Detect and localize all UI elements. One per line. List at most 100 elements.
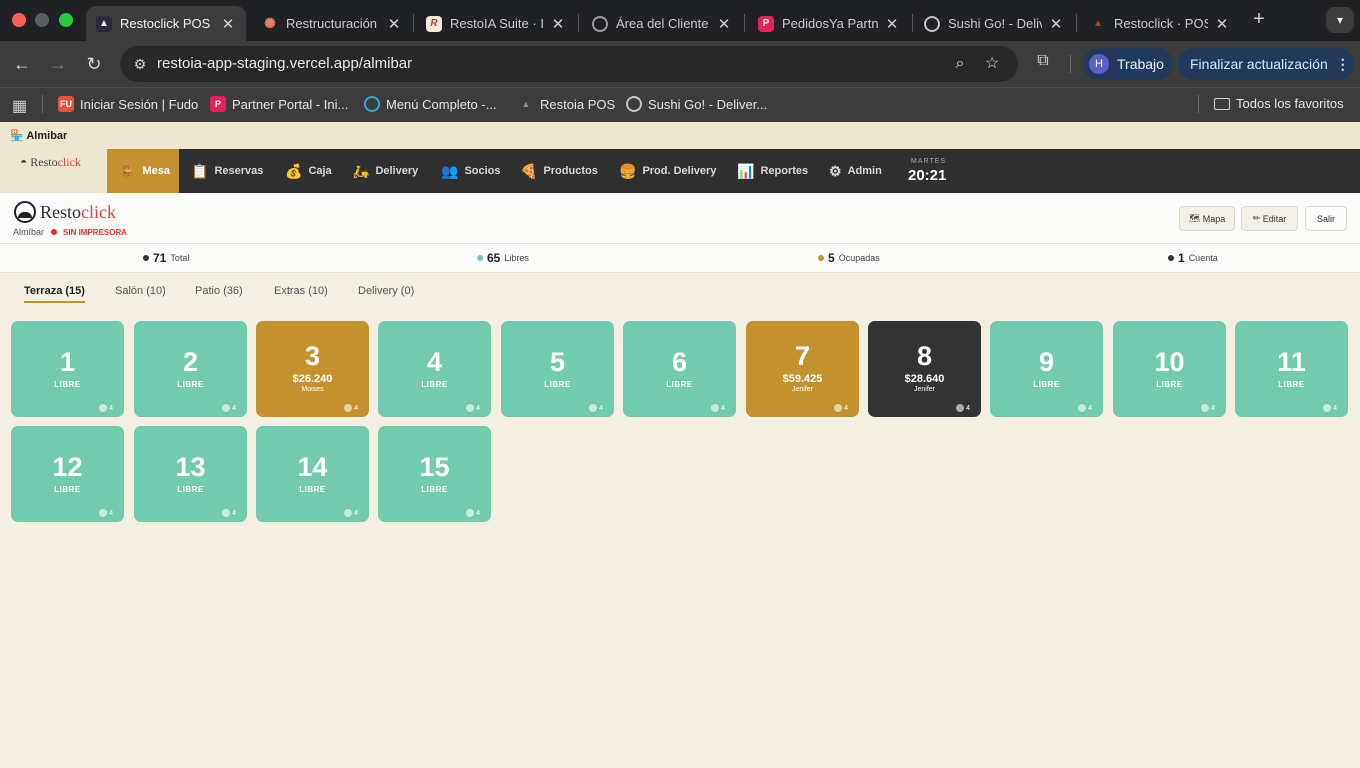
capacity-value: 4	[1088, 404, 1092, 412]
table-capacity: 4	[99, 404, 113, 412]
table-waiter: Jenifer	[913, 386, 935, 393]
table-capacity: 4	[222, 404, 236, 412]
money-bag-icon: 💰	[285, 162, 303, 179]
table-card-3[interactable]: 3 $26.240 Moises 4	[256, 321, 369, 417]
bookmark-restoia-pos[interactable]: ▲ Restoia POS	[518, 96, 616, 112]
all-bookmarks-folder[interactable]: Todos los favoritos	[1214, 96, 1344, 111]
tab-extras[interactable]: Extras (10)	[274, 285, 328, 303]
stat-dot	[1168, 255, 1174, 261]
person-icon	[222, 404, 231, 412]
tab-close-icon[interactable]: ✕	[386, 15, 402, 33]
table-card-6[interactable]: 6 LIBRE 4	[623, 321, 736, 417]
browser-tab-area-cliente[interactable]: Área del Cliente ✕	[582, 6, 742, 41]
window-minimize-button[interactable]	[35, 13, 49, 27]
table-card-7[interactable]: 7 $59.425 Jenifer 4	[746, 321, 859, 417]
tab-terraza[interactable]: Terraza (15)	[24, 285, 85, 303]
browser-tab-restructuracion[interactable]: ✺ Restructuración ✕	[252, 6, 412, 41]
bookmarks-separator	[42, 95, 43, 113]
url-text[interactable]: restoia-app-staging.vercel.app/almibar	[157, 55, 412, 72]
menu-favicon-icon	[364, 96, 380, 112]
table-card-14[interactable]: 14 LIBRE 4	[256, 426, 369, 522]
table-capacity: 4	[222, 509, 236, 517]
capacity-value: 4	[109, 404, 113, 412]
capacity-value: 4	[1333, 404, 1337, 412]
more-menu-icon[interactable]: ⋮	[1336, 56, 1350, 73]
globe-favicon-icon	[924, 15, 940, 32]
table-status: LIBRE	[1278, 380, 1305, 389]
window-close-button[interactable]	[12, 13, 26, 27]
cloche-icon: ◓	[20, 155, 28, 169]
tab-salon[interactable]: Salón (10)	[115, 285, 166, 303]
tab-close-icon[interactable]: ✕	[550, 15, 566, 33]
table-amount: $28.640	[904, 373, 945, 385]
window-maximize-button[interactable]	[59, 13, 73, 27]
table-card-11[interactable]: 11 LIBRE 4	[1235, 321, 1348, 417]
table-capacity: 4	[1078, 404, 1092, 412]
bookmark-sushi-go[interactable]: Sushi Go! - Deliver...	[626, 96, 767, 112]
nav-item-reservas[interactable]: 📋 Reservas	[191, 149, 263, 193]
table-card-12[interactable]: 12 LIBRE 4	[11, 426, 124, 522]
person-icon	[1078, 404, 1087, 412]
apps-grid-icon[interactable]: ▦	[12, 96, 27, 116]
person-icon	[99, 404, 108, 412]
bookmark-fudo[interactable]: FU Iniciar Sesión | Fudo	[58, 96, 198, 112]
finish-update-button[interactable]: Finalizar actualización ⋮	[1178, 48, 1354, 80]
table-status: LIBRE	[666, 380, 693, 389]
nav-item-delivery[interactable]: 🛵 Delivery	[352, 149, 418, 193]
forward-arrow-icon[interactable]: →	[46, 52, 70, 76]
browser-tab-restoclick-pos[interactable]: ▲ Restoclick POS ✕	[86, 6, 246, 41]
table-card-9[interactable]: 9 LIBRE 4	[990, 321, 1103, 417]
table-card-10[interactable]: 10 LIBRE 4	[1113, 321, 1226, 417]
tab-close-icon[interactable]: ✕	[1048, 15, 1064, 33]
nav-logo[interactable]: ◓ Restoclick	[0, 149, 107, 193]
site-settings-icon[interactable]: ⚙	[130, 54, 150, 74]
nav-item-prod-delivery[interactable]: 🍔 Prod. Delivery	[619, 149, 716, 193]
browser-tab-restoia-suite[interactable]: R RestoIA Suite · IA ✕	[416, 6, 576, 41]
table-card-5[interactable]: 5 LIBRE 4	[501, 321, 614, 417]
reload-icon[interactable]: ↻	[82, 52, 106, 76]
nav-item-mesa[interactable]: 🪑 Mesa	[107, 149, 179, 193]
table-card-1[interactable]: 1 LIBRE 4	[11, 321, 124, 417]
tab-patio[interactable]: Patio (36)	[195, 285, 243, 303]
address-bar[interactable]: ⚙ restoia-app-staging.vercel.app/almibar…	[120, 46, 1018, 82]
table-card-15[interactable]: 15 LIBRE 4	[378, 426, 491, 522]
tab-close-icon[interactable]: ✕	[716, 15, 732, 33]
map-icon: 🗺	[1188, 213, 1201, 223]
edit-button[interactable]: ✏ Editar	[1241, 206, 1298, 231]
person-icon	[222, 509, 231, 517]
new-tab-button[interactable]: +	[1248, 8, 1270, 30]
table-card-8[interactable]: 8 $28.640 Jenifer 4	[868, 321, 981, 417]
toolbar-separator	[1070, 55, 1071, 73]
nav-item-admin[interactable]: ⚙ Admin	[829, 149, 882, 193]
capacity-value: 4	[476, 509, 480, 517]
browser-tab-pedidosya[interactable]: P PedidosYa Partner ✕	[748, 6, 910, 41]
nav-item-productos[interactable]: 🍕 Productos	[520, 149, 598, 193]
tab-close-icon[interactable]: ✕	[1214, 15, 1230, 33]
table-card-13[interactable]: 13 LIBRE 4	[134, 426, 247, 522]
tab-search-chevron-icon[interactable]: ▾	[1326, 7, 1354, 33]
nav-item-reportes[interactable]: 📊 Reportes	[737, 149, 808, 193]
browser-tab-sushi-go[interactable]: Sushi Go! - Deliv ✕	[914, 6, 1074, 41]
nav-item-socios[interactable]: 👥 Socios	[441, 149, 501, 193]
back-arrow-icon[interactable]: ←	[10, 52, 34, 76]
exit-button[interactable]: Salir	[1305, 206, 1347, 231]
table-card-4[interactable]: 4 LIBRE 4	[378, 321, 491, 417]
pedidosya-favicon-icon: P	[758, 15, 774, 32]
table-card-2[interactable]: 2 LIBRE 4	[134, 321, 247, 417]
nav-item-caja[interactable]: 💰 Caja	[285, 149, 332, 193]
bookmark-menu-completo[interactable]: Menú Completo -...	[364, 96, 497, 112]
page-header: Resto click Almíbar SIN IMPRESORA	[0, 193, 1360, 244]
tab-close-icon[interactable]: ✕	[220, 15, 236, 33]
profile-chip[interactable]: H Trabajo	[1083, 48, 1173, 80]
tab-separator	[578, 14, 579, 32]
bookmark-star-icon[interactable]: ☆	[982, 54, 1002, 74]
table-status: LIBRE	[1033, 380, 1060, 389]
map-button[interactable]: 🗺 Mapa	[1179, 206, 1235, 231]
table-status: LIBRE	[421, 380, 448, 389]
bookmark-partner-portal[interactable]: P Partner Portal - Ini...	[210, 96, 348, 112]
extensions-puzzle-icon[interactable]: ⧉	[1032, 52, 1054, 74]
tab-delivery[interactable]: Delivery (0)	[358, 285, 414, 303]
zoom-icon[interactable]: ⌕	[950, 54, 970, 74]
browser-tab-restoclick-pos-2[interactable]: ▲ Restoclick · POS ✕	[1080, 6, 1240, 41]
tab-close-icon[interactable]: ✕	[884, 15, 900, 33]
